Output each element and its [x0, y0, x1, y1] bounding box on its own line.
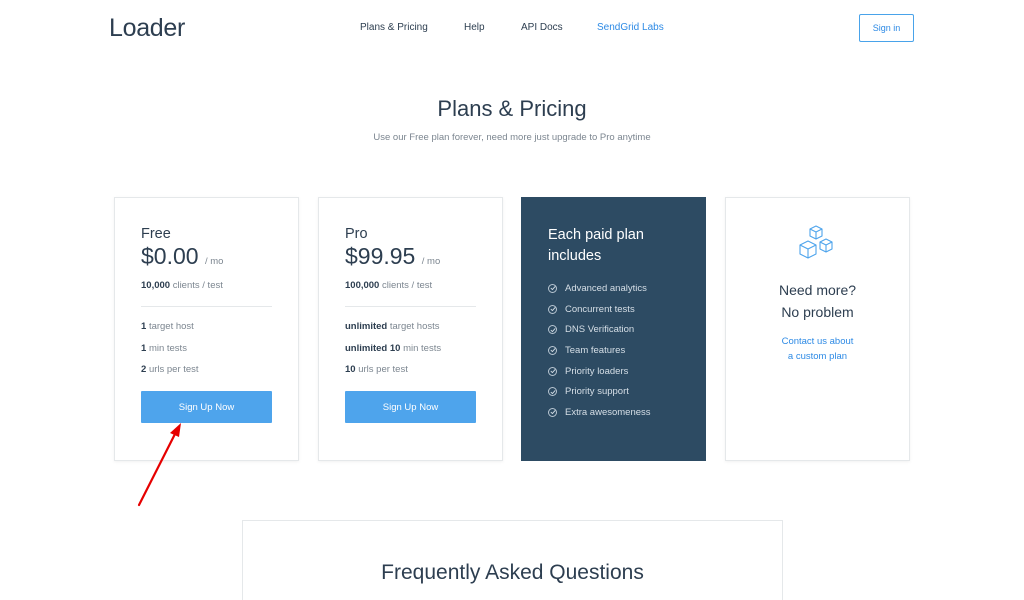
- boxes-icon: [799, 225, 833, 259]
- check-circle-icon: [548, 345, 557, 355]
- clients-value: 10,000: [141, 280, 171, 291]
- list-item: Advanced analytics: [548, 278, 651, 299]
- feature-label: Concurrent tests: [565, 303, 635, 315]
- list-item: Concurrent tests: [548, 299, 651, 320]
- feature-value: unlimited 10: [345, 343, 401, 354]
- plan-feature: 10 urls per test: [345, 364, 408, 375]
- custom-plan-title-line2: No problem: [781, 304, 854, 320]
- custom-plan-card: Need more? No problem Contact us about a…: [725, 197, 910, 461]
- feature-label: target host: [148, 321, 194, 332]
- nav-help[interactable]: Help: [464, 22, 485, 33]
- feature-label: urls per test: [148, 364, 199, 375]
- plan-clients: 100,000 clients / test: [345, 280, 432, 291]
- price-value: $99.95: [345, 243, 416, 269]
- contact-custom-plan-link[interactable]: Contact us about a custom plan: [726, 334, 909, 364]
- feature-value: 10: [345, 364, 356, 375]
- plan-feature: 1 min tests: [141, 343, 187, 354]
- plan-feature: unlimited 10 min tests: [345, 343, 441, 354]
- plan-name: Pro: [345, 226, 368, 242]
- list-item: Team features: [548, 340, 651, 361]
- feature-value: 1: [141, 343, 147, 354]
- clients-value: 100,000: [345, 280, 380, 291]
- check-circle-icon: [548, 387, 557, 397]
- price-value: $0.00: [141, 243, 199, 269]
- plan-card-pro: Pro $99.95 / mo 100,000 clients / test u…: [318, 197, 503, 461]
- plan-price: $0.00 / mo: [141, 243, 223, 270]
- list-item: DNS Verification: [548, 319, 651, 340]
- list-item: Extra awesomeness: [548, 402, 651, 423]
- clients-suffix: clients / test: [172, 280, 223, 291]
- clients-suffix: clients / test: [381, 280, 433, 291]
- paid-plan-title: Each paid plan includes: [548, 227, 644, 264]
- feature-label: min tests: [148, 343, 187, 354]
- plan-feature: 1 target host: [141, 321, 194, 332]
- plan-price: $99.95 / mo: [345, 243, 440, 270]
- check-circle-icon: [548, 304, 557, 314]
- plan-clients: 10,000 clients / test: [141, 280, 223, 291]
- pro-sign-up-button[interactable]: Sign Up Now: [345, 391, 476, 423]
- list-item: Priority loaders: [548, 361, 651, 382]
- plan-feature: unlimited target hosts: [345, 321, 440, 332]
- faq-title: Frequently Asked Questions: [381, 561, 644, 584]
- custom-plan-title: Need more? No problem: [726, 279, 909, 323]
- price-unit: / mo: [421, 256, 441, 267]
- plan-feature: 2 urls per test: [141, 364, 199, 375]
- feature-label: urls per test: [358, 364, 408, 375]
- custom-plan-title-line1: Need more?: [778, 282, 857, 298]
- feature-label: DNS Verification: [565, 324, 635, 336]
- free-sign-up-button[interactable]: Sign Up Now: [141, 391, 272, 423]
- nav-api-docs[interactable]: API Docs: [521, 22, 563, 33]
- feature-label: Extra awesomeness: [565, 406, 651, 418]
- feature-label: min tests: [403, 343, 442, 354]
- faq-section: Frequently Asked Questions: [242, 520, 783, 600]
- page-title: Plans & Pricing: [437, 96, 587, 121]
- feature-label: Priority loaders: [565, 365, 629, 377]
- feature-value: 2: [141, 364, 147, 375]
- nav-plans-pricing[interactable]: Plans & Pricing: [360, 22, 428, 33]
- sign-in-button[interactable]: Sign in: [859, 14, 914, 42]
- contact-link-line2[interactable]: a custom plan: [726, 349, 909, 364]
- nav-sendgrid-labs[interactable]: SendGrid Labs: [597, 22, 664, 33]
- plan-name: Free: [141, 226, 171, 242]
- annotation-arrow-icon: [137, 423, 181, 507]
- list-item: Priority support: [548, 381, 651, 402]
- feature-label: Priority support: [565, 386, 629, 398]
- check-circle-icon: [548, 283, 557, 293]
- price-unit: / mo: [204, 256, 224, 267]
- divider: [345, 306, 476, 307]
- page-subtitle: Use our Free plan forever, need more jus…: [373, 132, 651, 143]
- feature-label: target hosts: [389, 321, 440, 332]
- feature-value: 1: [141, 321, 147, 332]
- paid-plan-card: Each paid plan includes Advanced analyti…: [521, 197, 706, 461]
- feature-label: Team features: [565, 344, 626, 356]
- check-circle-icon: [548, 366, 557, 376]
- divider: [141, 306, 272, 307]
- check-circle-icon: [548, 325, 557, 335]
- contact-link-line1[interactable]: Contact us about: [726, 334, 909, 349]
- paid-feature-list: Advanced analytics Concurrent tests DNS …: [548, 278, 651, 423]
- check-circle-icon: [548, 407, 557, 417]
- feature-value: unlimited: [345, 321, 388, 332]
- feature-label: Advanced analytics: [565, 282, 647, 294]
